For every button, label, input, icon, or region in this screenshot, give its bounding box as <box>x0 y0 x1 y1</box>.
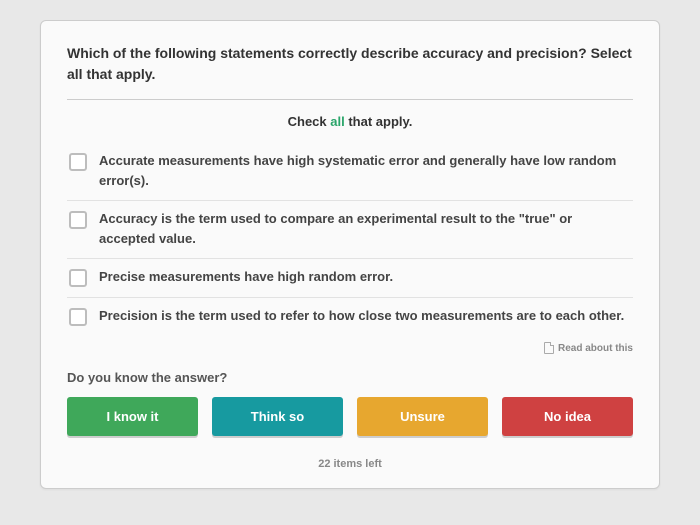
i-know-it-button[interactable]: I know it <box>67 397 198 436</box>
instruction-all: all <box>330 114 344 129</box>
checkbox[interactable] <box>69 269 87 287</box>
read-about-row: Read about this <box>67 342 633 354</box>
option-row[interactable]: Accurate measurements have high systemat… <box>67 143 633 201</box>
question-card: Which of the following statements correc… <box>40 20 660 489</box>
checkbox[interactable] <box>69 211 87 229</box>
option-row[interactable]: Precision is the term used to refer to h… <box>67 298 633 336</box>
unsure-button[interactable]: Unsure <box>357 397 488 436</box>
instruction-prefix: Check <box>288 114 331 129</box>
answer-prompt: Do you know the answer? <box>67 370 633 385</box>
no-idea-button[interactable]: No idea <box>502 397 633 436</box>
option-text: Accurate measurements have high systemat… <box>99 151 631 190</box>
answer-buttons-row: I know it Think so Unsure No idea <box>67 397 633 436</box>
items-left-label: 22 items left <box>67 458 633 470</box>
option-row[interactable]: Accuracy is the term used to compare an … <box>67 201 633 259</box>
checkbox[interactable] <box>69 308 87 326</box>
option-text: Accuracy is the term used to compare an … <box>99 209 631 248</box>
question-text: Which of the following statements correc… <box>67 43 633 85</box>
checkbox[interactable] <box>69 153 87 171</box>
instruction-text: Check all that apply. <box>67 114 633 129</box>
document-icon <box>544 342 554 354</box>
read-about-link[interactable]: Read about this <box>544 342 633 354</box>
option-text: Precision is the term used to refer to h… <box>99 306 624 326</box>
divider <box>67 99 633 100</box>
read-about-label: Read about this <box>558 343 633 354</box>
think-so-button[interactable]: Think so <box>212 397 343 436</box>
instruction-suffix: that apply. <box>345 114 413 129</box>
option-text: Precise measurements have high random er… <box>99 267 393 287</box>
option-row[interactable]: Precise measurements have high random er… <box>67 259 633 298</box>
options-list: Accurate measurements have high systemat… <box>67 143 633 336</box>
